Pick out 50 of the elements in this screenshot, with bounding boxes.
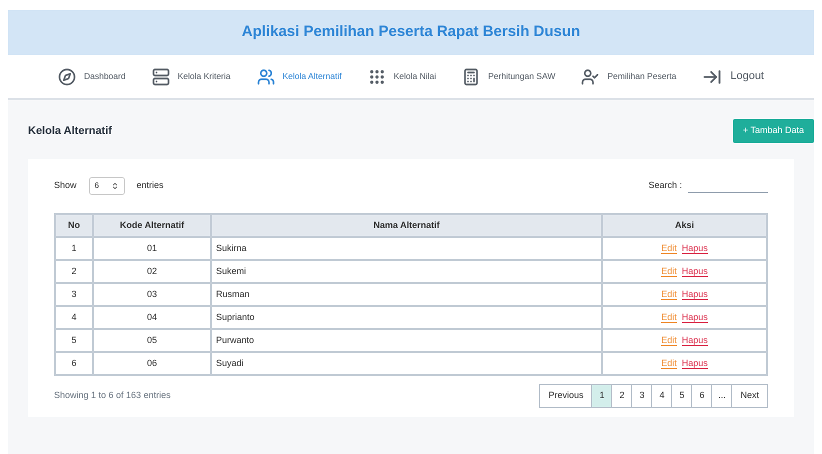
column-header: No <box>55 214 93 237</box>
entries-info: Showing 1 to 6 of 163 entries <box>54 389 171 402</box>
column-header: Nama Alternatif <box>211 214 602 237</box>
nav-item[interactable]: Logout <box>702 66 764 86</box>
delete-link[interactable]: Hapus <box>682 266 708 277</box>
server-icon <box>152 68 170 86</box>
table-cell: Suprianto <box>211 306 602 329</box>
table-cell: 6 <box>55 352 93 375</box>
entries-label: entries <box>136 179 164 192</box>
delete-link[interactable]: Hapus <box>682 312 708 323</box>
users-icon <box>256 68 274 86</box>
table-cell: 5 <box>55 329 93 352</box>
dots-icon <box>368 68 386 86</box>
table-cell: 01 <box>93 237 211 260</box>
table-cell: 3 <box>55 283 93 306</box>
nav-item[interactable]: Pemilihan Peserta <box>581 68 676 86</box>
delete-link[interactable]: Hapus <box>682 358 708 369</box>
column-header: Kode Alternatif <box>93 214 211 237</box>
entries-select[interactable]: 6 <box>88 177 125 195</box>
nav-item[interactable]: Perhitungan SAW <box>462 68 556 86</box>
column-header: Aksi <box>602 214 767 237</box>
table-cell: 02 <box>93 260 211 283</box>
user-check-icon <box>581 68 600 86</box>
page-button[interactable]: 1 <box>591 385 612 407</box>
table-cell: Rusman <box>211 283 602 306</box>
app-title: Aplikasi Pemilihan Peserta Rapat Bersih Dusun <box>242 22 580 42</box>
delete-link[interactable]: Hapus <box>682 288 708 300</box>
table-cell: 2 <box>55 260 93 283</box>
search-label: Search : <box>648 179 682 192</box>
show-label: Show <box>54 179 77 192</box>
calculator-icon <box>462 68 480 86</box>
nav-item[interactable]: Kelola Nilai <box>368 68 436 86</box>
table-cell: 04 <box>93 306 211 329</box>
table-cell: Purwanto <box>211 329 602 352</box>
table-cell: Sukemi <box>211 260 602 283</box>
table-cell: 06 <box>93 352 211 375</box>
compass-icon <box>58 68 76 86</box>
table-cell: 1 <box>55 237 93 260</box>
table-cell: 03 <box>93 283 211 306</box>
table-cell: Suyadi <box>211 352 602 375</box>
table-cell: 4 <box>55 306 93 329</box>
delete-link[interactable]: Hapus <box>682 242 708 254</box>
nav-item[interactable]: Dashboard <box>58 68 126 86</box>
nav-item[interactable]: Kelola Alternatif <box>256 68 342 86</box>
table-cell: 05 <box>93 329 211 352</box>
nav-item[interactable]: Kelola Kriteria <box>152 68 230 86</box>
table-cell: Sukirna <box>211 237 602 260</box>
delete-link[interactable]: Hapus <box>682 334 708 346</box>
page-title: Kelola Alternatif <box>28 124 112 139</box>
select-arrows-icon <box>110 182 119 190</box>
